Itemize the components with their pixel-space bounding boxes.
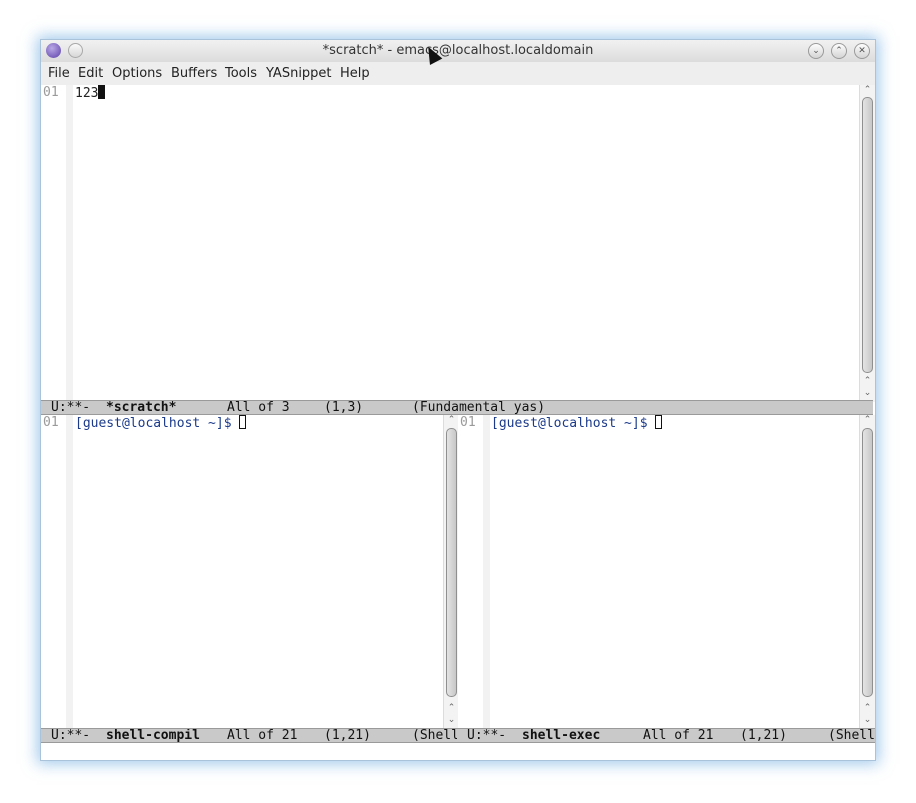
scroll-down-icon[interactable]: ⌄ bbox=[860, 715, 875, 725]
buffer-text[interactable]: 123 bbox=[75, 85, 106, 101]
line-number: 01 bbox=[43, 415, 59, 430]
shell-exec-pane[interactable]: 01 [guest@localhost ~]$ bbox=[458, 415, 859, 728]
window-title: *scratch* - emacs@localhost.localdomain bbox=[322, 43, 594, 58]
modeline-mode[interactable]: (Fundamental yas) bbox=[412, 401, 545, 414]
text-cursor bbox=[238, 415, 246, 429]
maximize-icon[interactable]: ⌃ bbox=[831, 43, 847, 59]
menu-file[interactable]: File bbox=[48, 66, 70, 81]
shell-compil-pane[interactable]: 01 [guest@localhost ~]$ bbox=[41, 415, 443, 728]
modeline-buffer-name[interactable]: shell-exec bbox=[522, 729, 600, 742]
shell-text[interactable]: [guest@localhost ~]$ bbox=[75, 415, 246, 431]
shell-compil-scrollbar[interactable]: ⌃ ⌃ ⌄ bbox=[443, 415, 459, 728]
shell-text[interactable]: [guest@localhost ~]$ bbox=[491, 415, 662, 431]
scroll-thumb[interactable] bbox=[446, 428, 457, 697]
scratch-scrollbar[interactable]: ⌃ ⌃ ⌄ bbox=[859, 85, 875, 402]
scroll-thumb[interactable] bbox=[862, 428, 873, 697]
scroll-up-icon[interactable]: ⌃ bbox=[860, 376, 875, 386]
scroll-thumb[interactable] bbox=[862, 97, 873, 373]
modeline-cursor: (1,21) bbox=[740, 728, 787, 743]
modeline-position: All of 3 bbox=[227, 400, 290, 415]
scroll-up-icon[interactable]: ⌃ bbox=[444, 703, 459, 713]
modeline-buffer-name[interactable]: shell-compil bbox=[106, 729, 200, 742]
title-bar[interactable]: *scratch* - emacs@localhost.localdomain … bbox=[41, 40, 875, 62]
emacs-window: *scratch* - emacs@localhost.localdomain … bbox=[40, 39, 876, 761]
scroll-down-icon[interactable]: ⌄ bbox=[860, 388, 875, 398]
modeline-mode[interactable]: (Shell bbox=[828, 729, 875, 742]
menu-help[interactable]: Help bbox=[340, 66, 370, 81]
menu-edit[interactable]: Edit bbox=[78, 66, 103, 81]
shell-exec-scrollbar[interactable]: ⌃ ⌃ ⌄ bbox=[859, 415, 875, 728]
modeline-status: U:**- bbox=[51, 400, 91, 415]
modeline-buffer-name[interactable]: *scratch* bbox=[106, 401, 176, 414]
line-number: 01 bbox=[460, 415, 476, 430]
shell-compil-modeline[interactable]: U:**- shell-compil All of 21 (1,21) (She… bbox=[41, 728, 457, 743]
minibuffer[interactable] bbox=[41, 744, 875, 760]
text-cursor bbox=[98, 85, 106, 99]
scratch-pane[interactable]: 01 123 bbox=[41, 85, 875, 402]
menu-tools[interactable]: Tools bbox=[225, 66, 257, 81]
shell-exec-modeline[interactable]: U:**- shell-exec All of 21 (1,21) (Shell bbox=[457, 728, 875, 743]
modeline-position: All of 21 bbox=[643, 728, 714, 743]
scroll-up-icon[interactable]: ⌃ bbox=[860, 703, 875, 713]
modeline-position: All of 21 bbox=[227, 728, 298, 743]
modeline-cursor: (1,3) bbox=[324, 400, 364, 415]
menu-buffers[interactable]: Buffers bbox=[171, 66, 217, 81]
text-cursor bbox=[654, 415, 662, 429]
modeline-mode[interactable]: (Shell bbox=[412, 729, 457, 742]
fringe bbox=[66, 415, 73, 728]
modeline-status: U:**- bbox=[467, 728, 507, 743]
shell-prompt: [guest@localhost ~]$ bbox=[75, 416, 232, 431]
menu-bar: File Edit Options Buffers Tools YASnippe… bbox=[41, 62, 875, 85]
modeline-cursor: (1,21) bbox=[324, 728, 371, 743]
scratch-modeline[interactable]: U:**- *scratch* All of 3 (1,3) (Fundamen… bbox=[41, 400, 873, 415]
menu-yasnippet[interactable]: YASnippet bbox=[266, 66, 332, 81]
fringe bbox=[66, 85, 73, 402]
scroll-up-icon[interactable]: ⌃ bbox=[860, 85, 875, 95]
scroll-up-icon[interactable]: ⌃ bbox=[444, 415, 459, 425]
close-icon[interactable]: ✕ bbox=[854, 43, 870, 59]
shell-prompt: [guest@localhost ~]$ bbox=[491, 416, 648, 431]
scroll-up-icon[interactable]: ⌃ bbox=[860, 415, 875, 425]
modeline-status: U:**- bbox=[51, 728, 91, 743]
buffer-content: 123 bbox=[75, 86, 99, 101]
line-number: 01 bbox=[43, 85, 59, 100]
scroll-down-icon[interactable]: ⌄ bbox=[444, 715, 459, 725]
fringe bbox=[483, 415, 490, 728]
minimize-icon[interactable]: ⌄ bbox=[808, 43, 824, 59]
menu-options[interactable]: Options bbox=[112, 66, 162, 81]
